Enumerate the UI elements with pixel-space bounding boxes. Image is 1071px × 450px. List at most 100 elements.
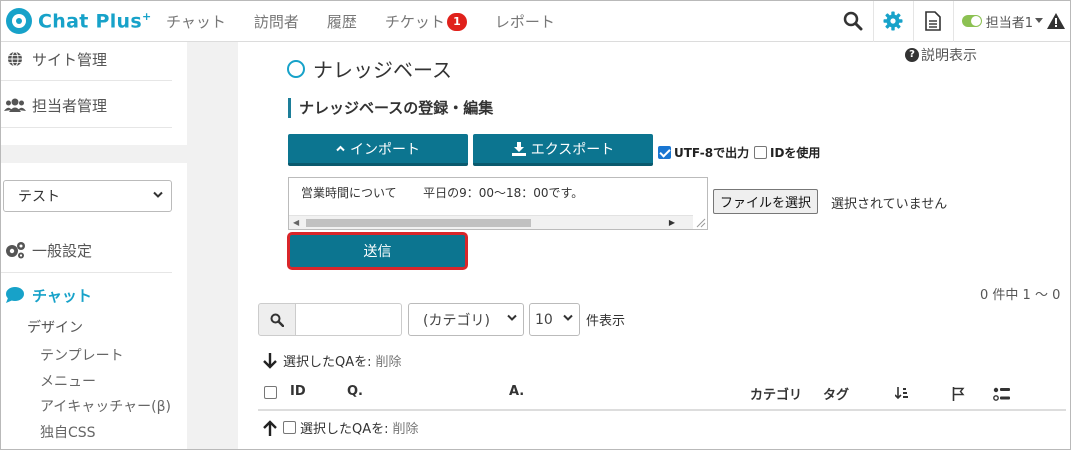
sidebar-divider — [0, 127, 172, 128]
column-question[interactable]: Q. — [347, 384, 363, 399]
chevron-up-icon — [336, 145, 345, 152]
nav-tickets-label: チケット — [384, 12, 445, 31]
search-group — [258, 303, 402, 336]
arrow-up-icon — [263, 419, 277, 436]
textarea-content: 営業時間について 平日の9：00〜18：00です。 — [301, 186, 584, 200]
export-button[interactable]: エクスポート — [473, 134, 653, 166]
bulk-action-label: 選択したQAを: — [300, 422, 389, 437]
select-all-checkbox[interactable] — [264, 386, 277, 399]
chevron-down-icon — [507, 314, 517, 321]
sidebar-item-menu[interactable]: メニュー — [40, 371, 96, 391]
nav-reports[interactable]: レポート — [495, 11, 555, 32]
horizontal-scrollbar[interactable]: ◀ ▶ — [289, 215, 693, 229]
online-status-toggle[interactable] — [961, 15, 982, 27]
arrow-down-icon — [263, 352, 277, 369]
chatplus-logo[interactable]: Chat Plus+ — [6, 7, 152, 35]
sidebar-item-general-settings[interactable]: 一般設定 — [0, 238, 172, 262]
search-icon — [843, 11, 863, 31]
search-button[interactable] — [833, 0, 873, 42]
import-button[interactable]: インポート — [288, 134, 468, 166]
download-icon — [511, 141, 526, 156]
scroll-right-icon[interactable]: ▶ — [669, 218, 675, 227]
resize-handle-icon[interactable] — [694, 216, 706, 228]
list-settings-icon[interactable] — [993, 387, 1010, 402]
category-select-value: (カテゴリ) — [423, 312, 490, 329]
site-select[interactable]: テスト — [3, 180, 172, 212]
column-id[interactable]: ID — [290, 384, 306, 399]
bulk-action-bottom: 選択したQAを: 削除 — [263, 418, 419, 437]
chatplus-logo-icon — [6, 8, 32, 34]
nav-history[interactable]: 履歴 — [327, 11, 357, 32]
use-id-checkbox[interactable] — [754, 146, 767, 159]
sidebar-item-site-admin-label: サイト管理 — [32, 50, 108, 69]
bulk-action-top: 選択したQAを: 削除 — [263, 351, 402, 370]
nav-tickets[interactable]: チケット 1 — [385, 11, 467, 32]
table-header: ID Q. A. カテゴリ タグ — [258, 375, 1066, 411]
sidebar-item-chat-label: チャット — [32, 286, 92, 305]
gears-icon — [6, 242, 25, 259]
choose-file-button[interactable]: ファイルを選択 — [713, 189, 819, 214]
per-page-select-value: 10 — [535, 311, 553, 328]
top-header: Chat Plus+ チャット 訪問者 履歴 チケット 1 レポート 担当者1 — [0, 0, 1071, 42]
flag-icon[interactable] — [952, 387, 965, 401]
question-circle-icon: ? — [905, 48, 919, 62]
logo-plus: + — [141, 9, 152, 23]
knowledge-textarea[interactable]: 営業時間について 平日の9：00〜18：00です。 ◀ ▶ — [288, 177, 708, 230]
utf8-checkbox[interactable] — [658, 146, 671, 159]
sidebar-admin-card: サイト管理 担当者管理 — [0, 42, 187, 145]
sort-icon[interactable] — [895, 387, 909, 400]
bulk-delete-link[interactable]: 削除 — [376, 351, 402, 370]
circle-icon — [287, 59, 305, 78]
sidebar-item-staff-admin[interactable]: 担当者管理 — [0, 93, 172, 117]
chat-bubble-icon — [6, 287, 24, 303]
import-button-label: インポート — [350, 141, 420, 158]
user-menu[interactable]: 担当者1 — [952, 0, 1071, 42]
caret-down-icon — [1035, 18, 1043, 23]
page-title-text: ナレッジベース — [313, 58, 452, 82]
column-category[interactable]: カテゴリ — [750, 384, 802, 403]
utf8-option[interactable]: UTF-8で出力 — [658, 144, 749, 161]
ticket-count-badge: 1 — [446, 12, 467, 31]
column-tag[interactable]: タグ — [823, 384, 849, 403]
scroll-left-icon[interactable]: ◀ — [293, 218, 299, 227]
document-icon — [925, 11, 942, 31]
file-status: 選択されていません — [831, 197, 948, 212]
submit-button[interactable]: 送信 — [287, 232, 468, 270]
bulk-action-label: 選択したQAを: — [283, 355, 372, 370]
sidebar-item-custom-css[interactable]: 独自CSS — [40, 422, 96, 442]
search-input[interactable] — [296, 303, 402, 336]
chevron-down-icon — [563, 314, 573, 321]
category-select[interactable]: (カテゴリ) — [408, 303, 524, 336]
warning-icon[interactable] — [1047, 13, 1065, 29]
gear-icon — [883, 11, 903, 31]
select-all-checkbox-bottom[interactable] — [283, 421, 296, 434]
export-button-label: エクスポート — [530, 141, 615, 158]
use-id-option[interactable]: IDを使用 — [754, 144, 820, 161]
per-page-label: 件表示 — [586, 314, 626, 329]
sidebar-item-chat[interactable]: チャット — [0, 283, 172, 307]
search-addon[interactable] — [258, 303, 296, 336]
globe-icon — [8, 51, 22, 67]
sidebar-item-template[interactable]: テンプレート — [40, 345, 124, 365]
use-id-label: IDを使用 — [770, 146, 821, 160]
sidebar-item-site-admin[interactable]: サイト管理 — [0, 47, 172, 71]
settings-button[interactable] — [872, 0, 913, 42]
logo-text: Chat Plus — [38, 10, 142, 33]
nav-chat[interactable]: チャット — [166, 11, 226, 32]
scrollbar-thumb[interactable] — [306, 219, 531, 227]
sidebar-item-eyecatcher[interactable]: アイキャッチャー(β) — [40, 396, 171, 416]
chevron-down-icon — [153, 191, 163, 198]
help-toggle[interactable]: ? 説明表示 — [905, 45, 977, 65]
document-button[interactable] — [912, 0, 953, 42]
bulk-delete-link[interactable]: 削除 — [393, 418, 419, 437]
users-icon — [4, 98, 26, 112]
nav-visitors[interactable]: 訪問者 — [254, 11, 299, 32]
page-title: ナレッジベース — [287, 54, 452, 83]
per-page-select[interactable]: 10 — [529, 303, 580, 336]
main-nav: チャット 訪問者 履歴 チケット 1 レポート — [166, 0, 583, 42]
section-title: ナレッジベースの登録・編集 — [288, 98, 493, 118]
sidebar-item-design[interactable]: デザイン — [27, 317, 83, 337]
column-answer[interactable]: A. — [509, 384, 524, 399]
sidebar-divider — [0, 80, 172, 81]
site-select-value: テスト — [18, 189, 60, 205]
